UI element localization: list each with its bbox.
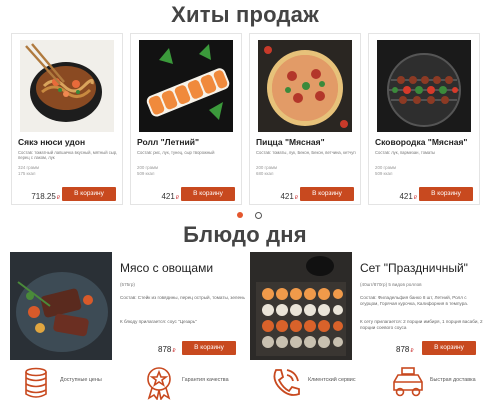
product-card[interactable]: Ролл "Летний" Состав: рис, лук, тунец, с…	[130, 33, 242, 205]
add-to-cart-button[interactable]: В корзину	[62, 187, 116, 201]
phone-icon	[273, 369, 300, 396]
product-image[interactable]	[258, 40, 352, 132]
feature-quality-guarantee: Гарантия качества	[130, 366, 240, 402]
medal-icon	[147, 367, 171, 400]
feature-label: Гарантия качества	[182, 377, 229, 383]
product-description: Состав: рис, лук, тунец, сыр творожный	[137, 150, 215, 155]
dish-of-day-card: Мясо с овощами (575гр) Состав: Стейк из …	[10, 252, 246, 362]
product-meta: 200 грамм 509 ккал	[375, 165, 397, 176]
feature-label: Быстрая доставка	[430, 377, 476, 383]
carousel-dot-active[interactable]	[237, 212, 243, 218]
dish-image[interactable]	[250, 252, 352, 360]
dish-extra: К блюду прилагается: соус "Цезарь"	[120, 319, 197, 324]
product-meta: 324 грамм 175 ккал	[18, 165, 40, 176]
product-card[interactable]: Сковородка "Мясная" Состав: лук, пармеза…	[368, 33, 480, 205]
feature-label: Клиентский сервис	[308, 377, 356, 383]
add-to-cart-button[interactable]: В корзину	[182, 341, 236, 355]
add-to-cart-button[interactable]: В корзину	[181, 187, 235, 201]
dish-price: 878₽	[158, 345, 176, 354]
product-price: 421₽	[161, 192, 179, 201]
dish-of-day-card: Сет "Праздничный" (40шт/870гр) 5 видов р…	[250, 252, 486, 362]
feature-fast-delivery: Быстрая доставка	[378, 366, 488, 402]
add-to-cart-button[interactable]: В корзину	[300, 187, 354, 201]
product-price: 718.25₽	[31, 192, 60, 201]
dish-name[interactable]: Мясо с овощами	[120, 261, 213, 275]
product-description: Состав: лук, пармезан, томаты	[375, 150, 436, 155]
product-image[interactable]	[20, 40, 114, 132]
product-image[interactable]	[377, 40, 471, 132]
product-description: Состав: томаты, лук, Бекон, Бекон, ветчи…	[256, 150, 356, 155]
hits-heading: Хиты продаж	[171, 2, 319, 27]
product-title[interactable]: Сякэ нюси удон	[18, 137, 122, 147]
delivery-car-icon	[393, 367, 423, 397]
product-price: 421₽	[280, 192, 298, 201]
dish-of-day-heading: Блюдо дня	[183, 222, 307, 247]
product-meta: 200 грамм 509 ккал	[137, 165, 159, 176]
product-card[interactable]: Сякэ нюси удон Состав: томатный лапшичка…	[11, 33, 123, 205]
product-price: 421₽	[399, 192, 417, 201]
coins-icon	[25, 367, 47, 398]
add-to-cart-button[interactable]: В корзину	[419, 187, 473, 201]
dish-image[interactable]	[10, 252, 112, 360]
dish-weight: (575гр)	[120, 282, 135, 287]
dish-composition: Состав: Филадельфия банко 8 шт, Летний, …	[360, 295, 469, 306]
dish-name[interactable]: Сет "Праздничный"	[360, 261, 468, 275]
feature-label: Доступные цены	[60, 377, 102, 383]
dish-weight: (40шт/870гр) 5 видов роллов	[360, 282, 422, 287]
carousel-dot[interactable]	[255, 212, 262, 219]
dish-composition: Состав: Стейк из говядины, перец острый,…	[120, 295, 245, 300]
product-meta: 200 грамм 680 ккал	[256, 165, 278, 176]
feature-customer-service: Клиентский сервис	[256, 366, 366, 402]
product-title[interactable]: Ролл "Летний"	[137, 137, 241, 147]
product-image[interactable]	[139, 40, 233, 132]
product-description: Состав: томатный лапшичка вкусный, мятны…	[18, 150, 118, 161]
dish-price: 878₽	[396, 345, 414, 354]
feature-affordable-prices: Доступные цены	[8, 366, 118, 402]
add-to-cart-button[interactable]: В корзину	[422, 341, 476, 355]
dish-extra: К сету прилагается: 2 порции имбиря, 1 п…	[360, 319, 483, 330]
product-title[interactable]: Сковородка "Мясная"	[375, 137, 479, 147]
product-title[interactable]: Пицца "Мясная"	[256, 137, 360, 147]
product-card[interactable]: Пицца "Мясная" Состав: томаты, лук, Беко…	[249, 33, 361, 205]
